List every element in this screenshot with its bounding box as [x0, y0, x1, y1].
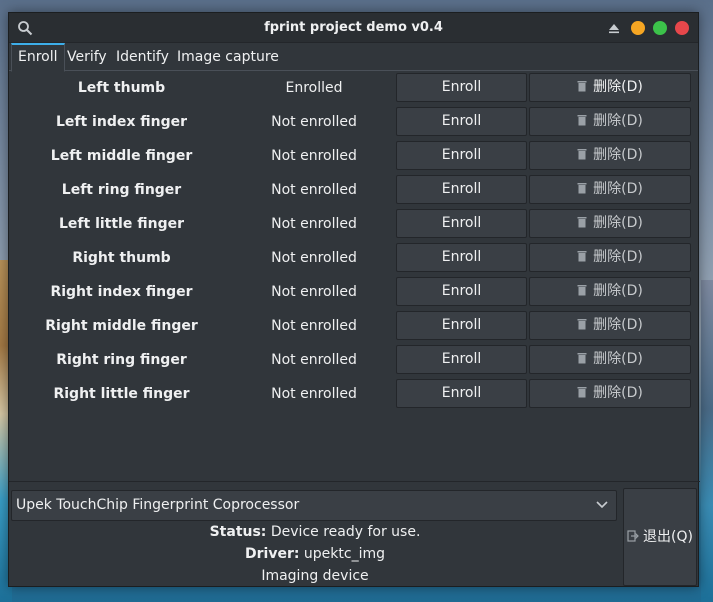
status-line: Status: Device ready for use.	[9, 524, 621, 540]
delete-button[interactable]: 删除(D)	[529, 243, 691, 272]
enroll-status: Not enrolled	[271, 352, 357, 368]
finger-row: Right middle finger Not enrolled Enroll 删除(…	[9, 311, 700, 341]
enroll-status: Not enrolled	[271, 148, 357, 164]
finger-row: Right little finger Not enrolled Enroll 删除(…	[9, 379, 700, 409]
status-label: Status:	[209, 524, 267, 540]
enroll-button[interactable]: Enroll	[396, 209, 527, 238]
tab-identify[interactable]: Identify	[110, 43, 175, 72]
desktop-wallpaper-right	[701, 280, 713, 602]
finger-name: Right middle finger	[45, 318, 198, 334]
finger-name: Left index finger	[55, 114, 188, 130]
delete-button[interactable]: 删除(D)	[529, 379, 691, 408]
trash-icon	[577, 319, 587, 330]
trash-icon	[577, 387, 587, 398]
chevron-down-icon	[596, 501, 608, 509]
driver-value: upektc_img	[303, 546, 385, 562]
device-select[interactable]: Upek TouchChip Fingerprint Coprocessor	[11, 490, 617, 521]
enroll-status: Not enrolled	[271, 284, 357, 300]
finger-row: Left little finger Not enrolled Enroll 删除(D…	[9, 209, 700, 239]
delete-button[interactable]: 删除(D)	[529, 107, 691, 136]
enroll-status: Not enrolled	[271, 250, 357, 266]
finger-row: Right index finger Not enrolled Enroll 删除(D…	[9, 277, 700, 307]
finger-name: Left ring finger	[61, 182, 182, 198]
quit-label: 退出(Q)	[643, 529, 693, 545]
driver-line: Driver: upektc_img	[9, 546, 621, 562]
delete-label: 删除(D)	[593, 385, 643, 401]
finger-name: Left middle finger	[50, 148, 193, 164]
enroll-button[interactable]: Enroll	[396, 243, 527, 272]
delete-label: 删除(D)	[593, 317, 643, 333]
delete-label: 删除(D)	[593, 283, 643, 299]
delete-label: 删除(D)	[593, 249, 643, 265]
delete-label: 删除(D)	[593, 351, 643, 367]
finger-row: Left index finger Not enrolled Enroll 删除(D)	[9, 107, 700, 137]
tab-image-capture[interactable]: Image capture	[171, 43, 285, 72]
driver-label: Driver:	[245, 546, 300, 562]
delete-label: 删除(D)	[593, 215, 643, 231]
delete-label: 删除(D)	[593, 113, 643, 129]
enroll-status: Not enrolled	[271, 386, 357, 402]
enroll-button[interactable]: Enroll	[396, 175, 527, 204]
status-value: Device ready for use.	[270, 524, 421, 540]
trash-icon	[577, 251, 587, 262]
trash-icon	[577, 217, 587, 228]
trash-icon	[577, 285, 587, 296]
trash-icon	[577, 81, 587, 92]
delete-button[interactable]: 删除(D)	[529, 73, 691, 102]
enroll-button[interactable]: Enroll	[396, 107, 527, 136]
device-type: Imaging device	[261, 568, 369, 584]
delete-button[interactable]: 删除(D)	[529, 141, 691, 170]
finger-name: Right index finger	[50, 284, 193, 300]
tab-verify[interactable]: Verify	[61, 43, 113, 72]
enroll-button[interactable]: Enroll	[396, 73, 527, 102]
enroll-button[interactable]: Enroll	[396, 379, 527, 408]
enroll-button[interactable]: Enroll	[396, 277, 527, 306]
enroll-status: Not enrolled	[271, 114, 357, 130]
enroll-button[interactable]: Enroll	[396, 345, 527, 374]
delete-button[interactable]: 删除(D)	[529, 345, 691, 374]
enroll-status: Not enrolled	[271, 216, 357, 232]
device-panel: Upek TouchChip Fingerprint Coprocessor S…	[9, 481, 700, 588]
enroll-status: Enrolled	[285, 80, 343, 96]
titlebar: fprint project demo v0.4	[9, 13, 698, 43]
delete-label: 删除(D)	[593, 181, 643, 197]
finger-row: Left thumb Enrolled Enroll 删除(D)	[9, 73, 700, 103]
enroll-status: Not enrolled	[271, 182, 357, 198]
finger-row: Left ring finger Not enrolled Enroll 删除(D)	[9, 175, 700, 205]
tab-bar: Enroll Verify Identify Image capture	[9, 43, 698, 72]
close-button[interactable]	[675, 21, 689, 35]
delete-button[interactable]: 删除(D)	[529, 209, 691, 238]
maximize-button[interactable]	[653, 21, 667, 35]
finger-name: Left thumb	[77, 80, 166, 96]
trash-icon	[577, 183, 587, 194]
finger-name: Left little finger	[59, 216, 184, 232]
finger-row: Left middle finger Not enrolled Enroll 删除(D…	[9, 141, 700, 171]
enroll-status: Not enrolled	[271, 318, 357, 334]
delete-label: 删除(D)	[593, 79, 643, 95]
trash-icon	[577, 353, 587, 364]
delete-button[interactable]: 删除(D)	[529, 175, 691, 204]
trash-icon	[577, 149, 587, 160]
enroll-button[interactable]: Enroll	[396, 311, 527, 340]
app-window: fprint project demo v0.4 Enroll Verify I…	[8, 12, 700, 588]
delete-button[interactable]: 删除(D)	[529, 277, 691, 306]
exit-icon	[627, 530, 639, 542]
minimize-button[interactable]	[631, 21, 645, 35]
keep-above-icon[interactable]	[608, 22, 620, 34]
device-select-value: Upek TouchChip Fingerprint Coprocessor	[16, 497, 300, 513]
trash-icon	[577, 115, 587, 126]
finger-row: Right ring finger Not enrolled Enroll 删除(D)	[9, 345, 700, 375]
delete-label: 删除(D)	[593, 147, 643, 163]
quit-button[interactable]: 退出(Q)	[623, 488, 697, 586]
delete-button[interactable]: 删除(D)	[529, 311, 691, 340]
finger-name: Right little finger	[53, 386, 190, 402]
finger-row: Right thumb Not enrolled Enroll 删除(D)	[9, 243, 700, 273]
enroll-button[interactable]: Enroll	[396, 141, 527, 170]
window-title: fprint project demo v0.4	[264, 20, 443, 35]
tab-enroll[interactable]: Enroll	[11, 43, 65, 72]
finger-name: Right thumb	[72, 250, 171, 266]
finger-name: Right ring finger	[56, 352, 187, 368]
